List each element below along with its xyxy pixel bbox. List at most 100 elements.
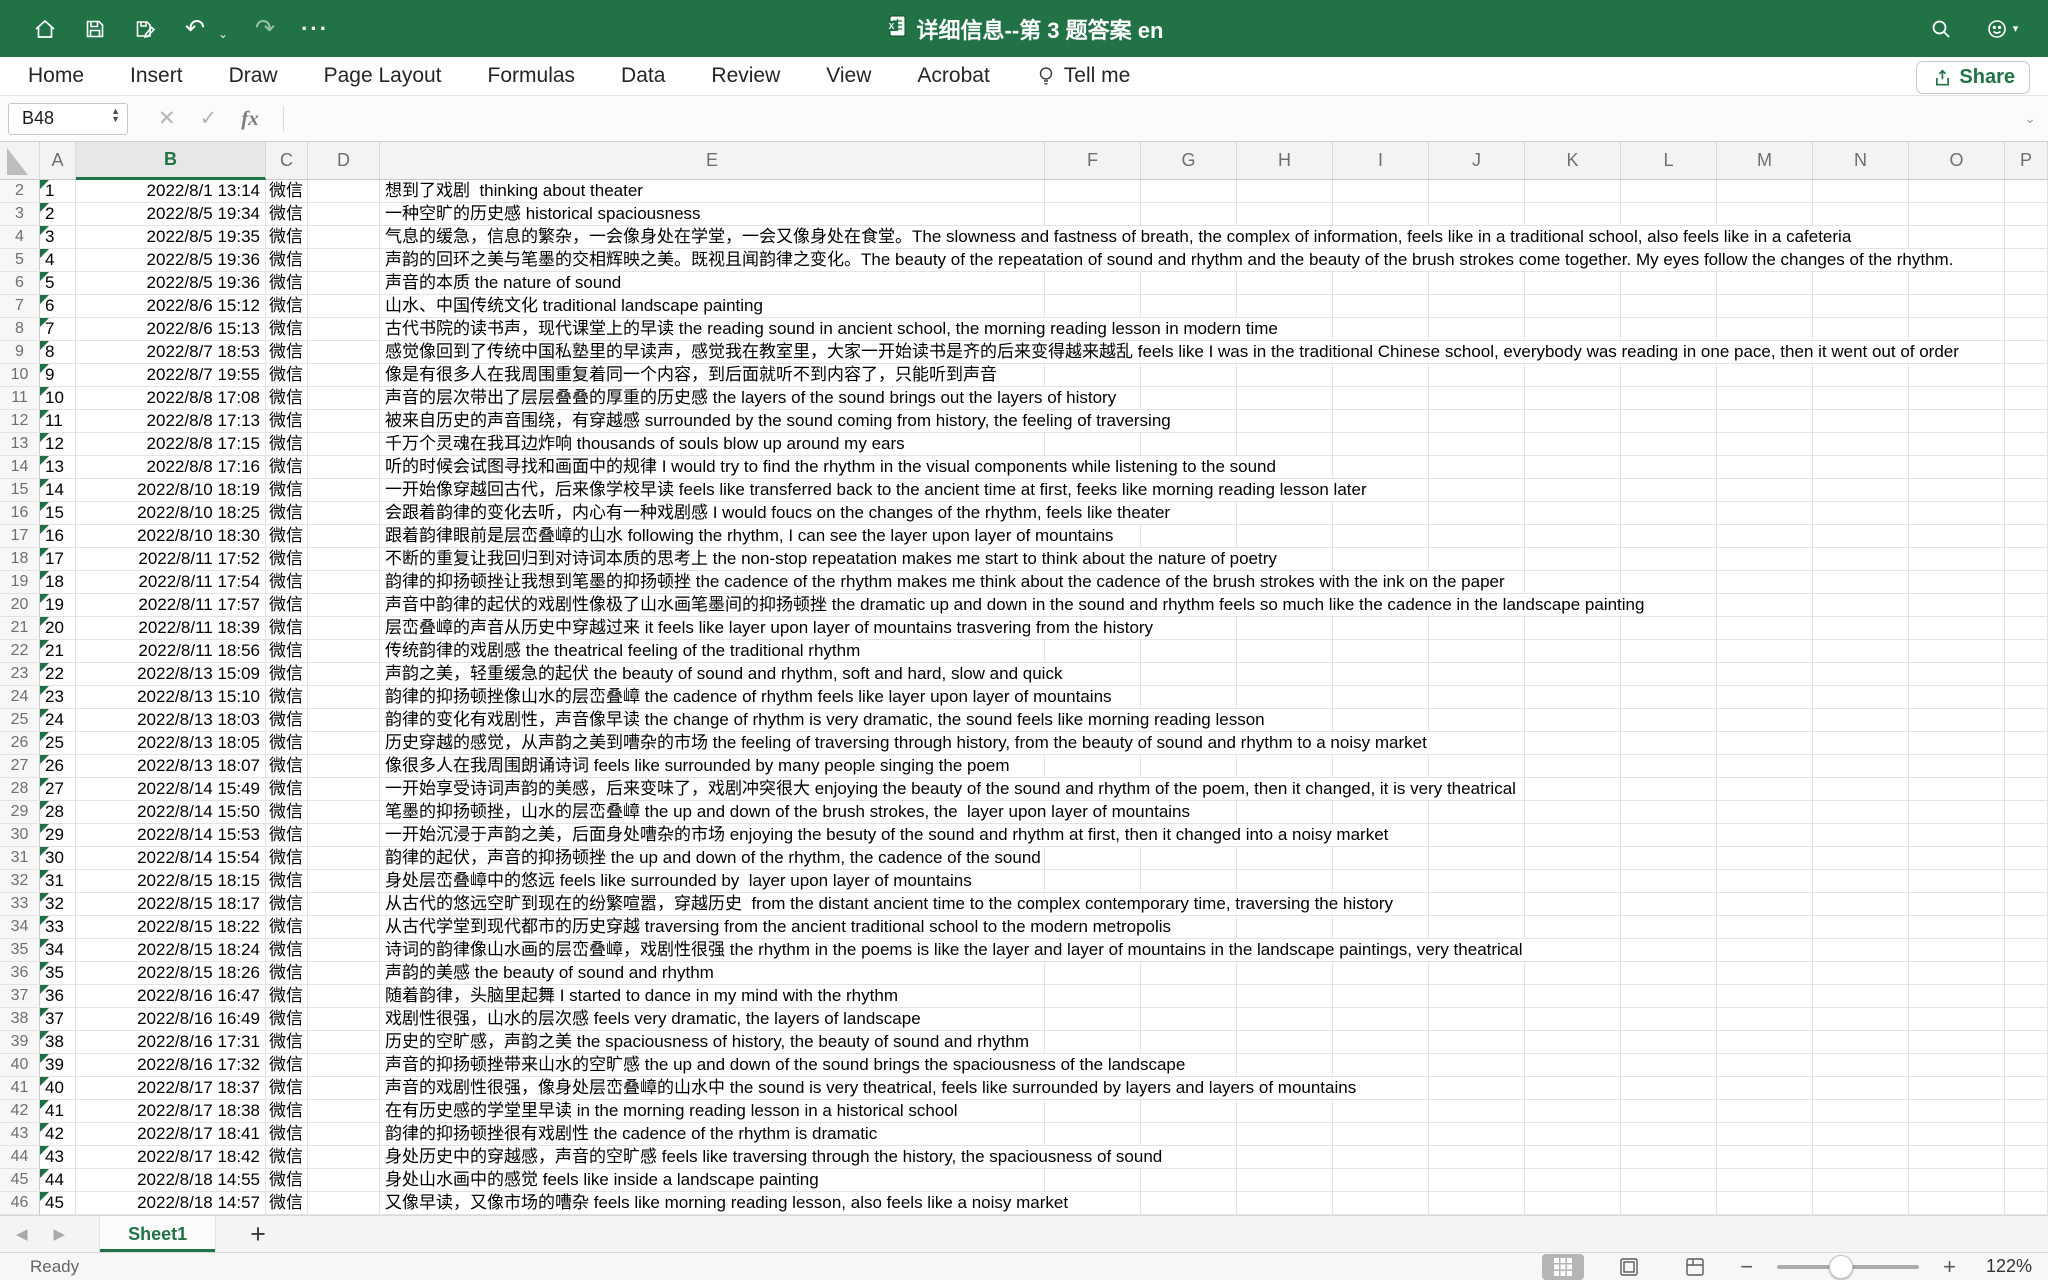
cell-K22[interactable] xyxy=(1525,640,1621,663)
cell-B15[interactable]: 2022/8/10 18:19 xyxy=(76,479,266,502)
cell-D11[interactable] xyxy=(308,387,380,410)
cell-M16[interactable] xyxy=(1717,502,1813,525)
cell-C37[interactable]: 微信 xyxy=(266,985,308,1008)
cell-H39[interactable] xyxy=(1237,1031,1333,1054)
cell-B37[interactable]: 2022/8/16 16:47 xyxy=(76,985,266,1008)
cell-F37[interactable] xyxy=(1045,985,1141,1008)
cell-N11[interactable] xyxy=(1813,387,1909,410)
cell-C17[interactable]: 微信 xyxy=(266,525,308,548)
cell-O29[interactable] xyxy=(1909,801,2005,824)
cell-H13[interactable] xyxy=(1237,433,1333,456)
cell-M41[interactable] xyxy=(1717,1077,1813,1100)
cell-K23[interactable] xyxy=(1525,663,1621,686)
cell-J24[interactable] xyxy=(1429,686,1525,709)
cell-G27[interactable] xyxy=(1141,755,1237,778)
column-header-D[interactable]: D xyxy=(308,142,380,180)
cell-P44[interactable] xyxy=(2005,1146,2048,1169)
cell-M46[interactable] xyxy=(1717,1192,1813,1215)
cell-J33[interactable] xyxy=(1429,893,1525,916)
cell-M44[interactable] xyxy=(1717,1146,1813,1169)
cell-D40[interactable] xyxy=(308,1054,380,1077)
cell-O40[interactable] xyxy=(1909,1054,2005,1077)
cell-K10[interactable] xyxy=(1525,364,1621,387)
cell-A40[interactable]: 39 xyxy=(40,1054,76,1077)
cell-F36[interactable] xyxy=(1045,962,1141,985)
cell-O19[interactable] xyxy=(1909,571,2005,594)
cell-E35[interactable]: 诗词的韵律像山水画的层峦叠嶂，戏剧性很强 the rhythm in the p… xyxy=(380,939,1045,962)
row-header-37[interactable]: 37 xyxy=(0,985,40,1008)
cell-P16[interactable] xyxy=(2005,502,2048,525)
cell-G24[interactable] xyxy=(1141,686,1237,709)
row-header-35[interactable]: 35 xyxy=(0,939,40,962)
cell-F43[interactable] xyxy=(1045,1123,1141,1146)
cell-J36[interactable] xyxy=(1429,962,1525,985)
cell-O36[interactable] xyxy=(1909,962,2005,985)
cell-L37[interactable] xyxy=(1621,985,1717,1008)
cell-F39[interactable] xyxy=(1045,1031,1141,1054)
formula-bar-expand-icon[interactable]: ⌄ xyxy=(2024,110,2036,127)
cell-O15[interactable] xyxy=(1909,479,2005,502)
cell-E18[interactable]: 不断的重复让我回归到对诗词本质的思考上 the non-stop repeata… xyxy=(380,548,1045,571)
cell-K31[interactable] xyxy=(1525,847,1621,870)
undo-dropdown-icon[interactable]: ⌄ xyxy=(218,27,228,41)
cell-E12[interactable]: 被来自历史的声音围绕，有穿越感 surrounded by the sound … xyxy=(380,410,1045,433)
cell-J18[interactable] xyxy=(1429,548,1525,571)
cell-H34[interactable] xyxy=(1237,916,1333,939)
cell-H3[interactable] xyxy=(1237,203,1333,226)
cell-J44[interactable] xyxy=(1429,1146,1525,1169)
cell-E8[interactable]: 古代书院的读书声，现代课堂上的早读 the reading sound in a… xyxy=(380,318,1045,341)
cell-I40[interactable] xyxy=(1333,1054,1429,1077)
cell-C44[interactable]: 微信 xyxy=(266,1146,308,1169)
cell-J38[interactable] xyxy=(1429,1008,1525,1031)
cell-N37[interactable] xyxy=(1813,985,1909,1008)
add-sheet-button[interactable]: + xyxy=(250,1221,266,1248)
cell-L26[interactable] xyxy=(1621,732,1717,755)
cell-E41[interactable]: 声音的戏剧性很强，像身处层峦叠嶂的山水中 the sound is very t… xyxy=(380,1077,1045,1100)
cell-F38[interactable] xyxy=(1045,1008,1141,1031)
cell-A7[interactable]: 6 xyxy=(40,295,76,318)
cell-E36[interactable]: 声韵的美感 the beauty of sound and rhythm xyxy=(380,962,1045,985)
cell-C45[interactable]: 微信 xyxy=(266,1169,308,1192)
cell-N44[interactable] xyxy=(1813,1146,1909,1169)
cell-I6[interactable] xyxy=(1333,272,1429,295)
cell-B29[interactable]: 2022/8/14 15:50 xyxy=(76,801,266,824)
cell-C22[interactable]: 微信 xyxy=(266,640,308,663)
cell-P32[interactable] xyxy=(2005,870,2048,893)
cell-L2[interactable] xyxy=(1621,180,1717,203)
cell-B33[interactable]: 2022/8/15 18:17 xyxy=(76,893,266,916)
cell-B31[interactable]: 2022/8/14 15:54 xyxy=(76,847,266,870)
sheet-nav-left-icon[interactable]: ◀ xyxy=(16,1225,28,1243)
cell-N19[interactable] xyxy=(1813,571,1909,594)
cell-D41[interactable] xyxy=(308,1077,380,1100)
row-header-12[interactable]: 12 xyxy=(0,410,40,433)
cell-P15[interactable] xyxy=(2005,479,2048,502)
cell-D8[interactable] xyxy=(308,318,380,341)
cell-P30[interactable] xyxy=(2005,824,2048,847)
cell-P29[interactable] xyxy=(2005,801,2048,824)
tab-tell-me[interactable]: Tell me xyxy=(1036,64,1131,88)
cell-P10[interactable] xyxy=(2005,364,2048,387)
cell-O14[interactable] xyxy=(1909,456,2005,479)
cell-M43[interactable] xyxy=(1717,1123,1813,1146)
cell-G37[interactable] xyxy=(1141,985,1237,1008)
cell-L28[interactable] xyxy=(1621,778,1717,801)
cell-N3[interactable] xyxy=(1813,203,1909,226)
cell-G38[interactable] xyxy=(1141,1008,1237,1031)
cell-H10[interactable] xyxy=(1237,364,1333,387)
cell-P9[interactable] xyxy=(2005,341,2048,364)
cell-K21[interactable] xyxy=(1525,617,1621,640)
cell-O45[interactable] xyxy=(1909,1169,2005,1192)
row-header-45[interactable]: 45 xyxy=(0,1169,40,1192)
cell-D45[interactable] xyxy=(308,1169,380,1192)
cell-C8[interactable]: 微信 xyxy=(266,318,308,341)
cell-C7[interactable]: 微信 xyxy=(266,295,308,318)
cell-H37[interactable] xyxy=(1237,985,1333,1008)
cell-B16[interactable]: 2022/8/10 18:25 xyxy=(76,502,266,525)
cell-G31[interactable] xyxy=(1141,847,1237,870)
row-header-14[interactable]: 14 xyxy=(0,456,40,479)
cell-H45[interactable] xyxy=(1237,1169,1333,1192)
account-smiley-icon[interactable]: ▾ xyxy=(1982,16,2022,42)
cell-K42[interactable] xyxy=(1525,1100,1621,1123)
cell-D2[interactable] xyxy=(308,180,380,203)
cell-M26[interactable] xyxy=(1717,732,1813,755)
